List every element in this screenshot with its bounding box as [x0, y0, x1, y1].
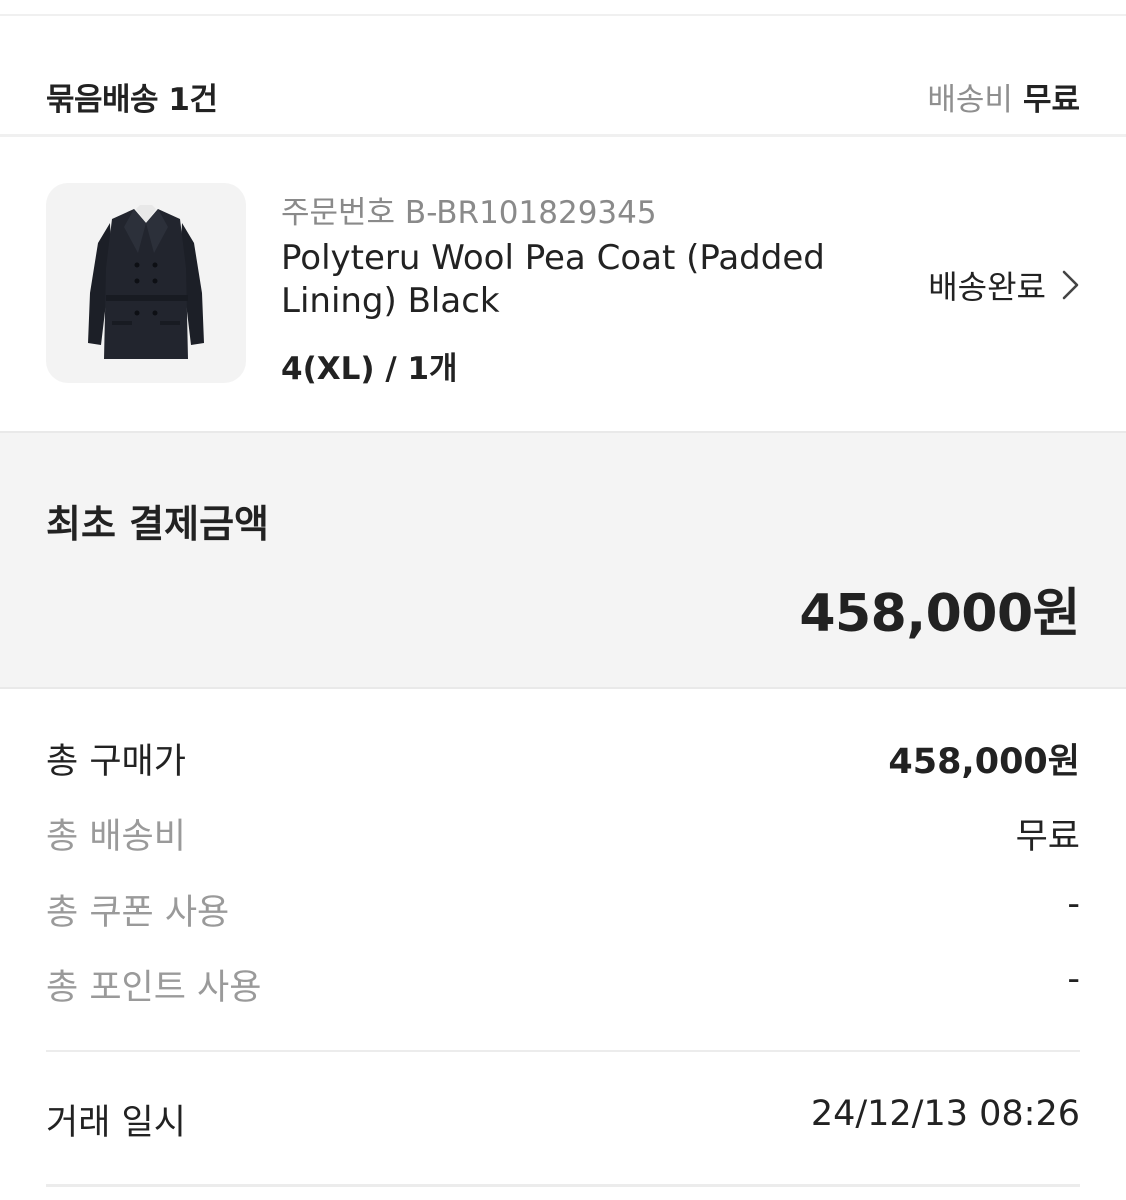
bundle-title: 묶음배송 1건 — [46, 82, 218, 118]
product-option: 4(XL) / 1개 — [281, 351, 458, 387]
initial-payment-panel: 최초 결제금액 458,000원 — [0, 431, 1126, 689]
summary-value: 458,000원 — [888, 742, 1080, 782]
product-name[interactable]: Polyteru Wool Pea Coat (Padded Lining) B… — [281, 237, 861, 323]
summary-value: 무료 — [1015, 817, 1080, 857]
transaction-label: 거래 일시 — [46, 1103, 186, 1143]
order-number: 주문번호 B-BR101829345 — [281, 195, 657, 231]
summary-row-coupon: 총 쿠폰 사용 - — [46, 884, 1080, 934]
delivery-status-link[interactable]: 배송완료 — [928, 262, 1082, 308]
payment-title: 최초 결제금액 — [46, 502, 269, 546]
summary-label: 총 배송비 — [46, 817, 186, 857]
shipping-fee-label: 배송비 — [927, 82, 1013, 118]
summary-value: - — [1067, 884, 1080, 924]
shipping-fee: 배송비 무료 — [927, 74, 1080, 119]
summary-row-total-price: 총 구매가 458,000원 — [46, 733, 1080, 783]
transaction-date-row: 거래 일시 24/12/13 08:26 — [46, 1094, 1080, 1144]
bundle-header: 묶음배송 1건 배송비 무료 — [0, 16, 1126, 134]
coat-image — [88, 205, 204, 359]
summary-row-points: 총 포인트 사용 - — [46, 959, 1080, 1009]
product-thumbnail[interactable] — [46, 183, 246, 383]
bottom-divider — [46, 1184, 1080, 1187]
transaction-date: 24/12/13 08:26 — [810, 1094, 1080, 1134]
summary-value: - — [1067, 959, 1080, 999]
summary-label: 총 구매가 — [46, 742, 186, 782]
chevron-right-icon — [1062, 270, 1079, 300]
summary-label: 총 쿠폰 사용 — [46, 893, 230, 933]
delivery-status: 배송완료 — [928, 268, 1046, 306]
shipping-fee-value: 무료 — [1022, 82, 1080, 118]
payment-amount: 458,000원 — [799, 584, 1080, 644]
summary-divider — [46, 1050, 1080, 1052]
summary-label: 총 포인트 사용 — [46, 968, 262, 1008]
summary-row-shipping: 총 배송비 무료 — [46, 808, 1080, 858]
order-item[interactable]: 주문번호 B-BR101829345 Polyteru Wool Pea Coa… — [0, 137, 1126, 431]
